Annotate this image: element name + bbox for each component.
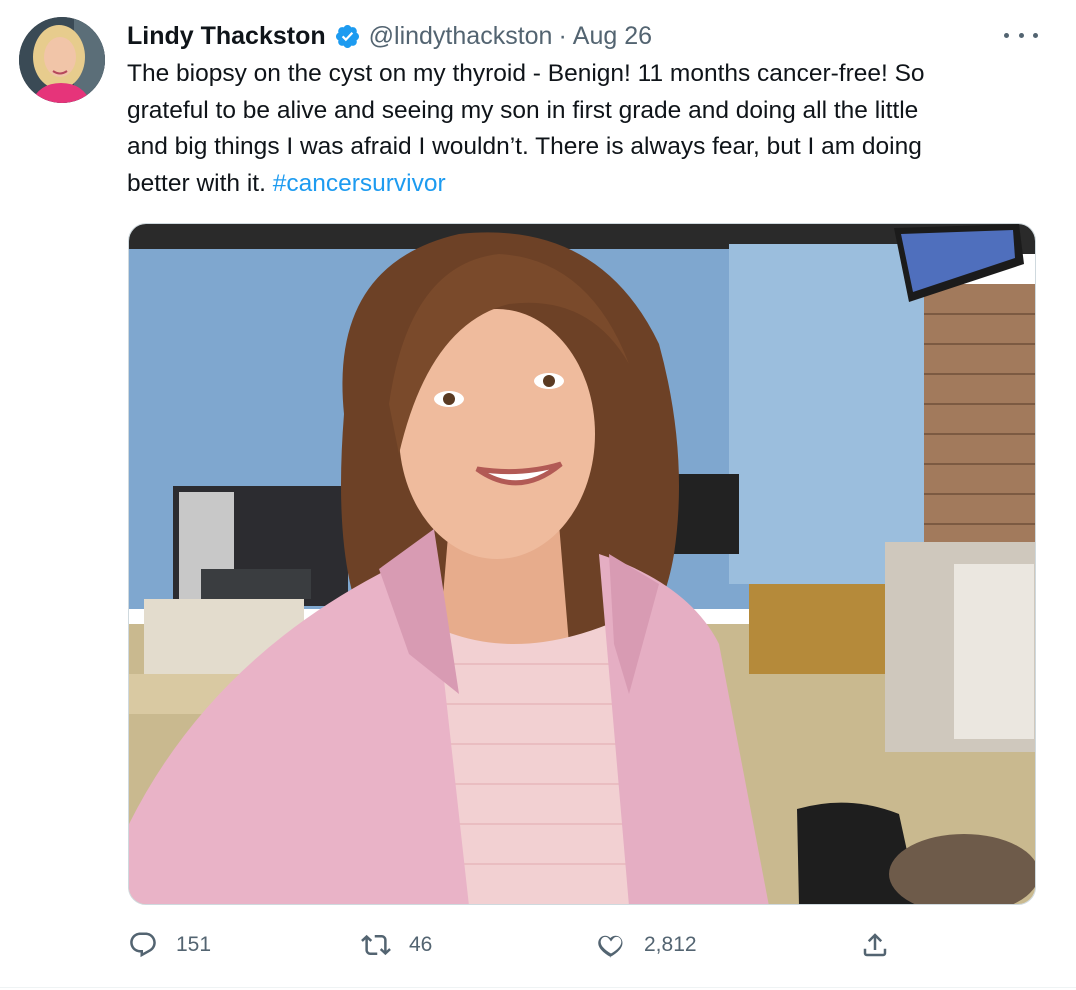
hashtag-link[interactable]: #cancersurvivor <box>273 170 446 197</box>
tweet-text-line-end: better with it. <box>127 169 273 197</box>
tweet-date[interactable]: Aug 26 <box>573 22 652 51</box>
tweet-header: Lindy Thackston @lindythackston · Aug 26 <box>127 18 652 54</box>
selfie-photo <box>129 224 1035 904</box>
tweet-text: The biopsy on the cyst on my thyroid - B… <box>127 56 1027 202</box>
more-dot <box>1033 32 1038 38</box>
share-icon <box>863 933 887 957</box>
tweet-text-line: grateful to be alive and seeing my son i… <box>127 96 919 124</box>
more-options-icon[interactable] <box>1004 22 1038 48</box>
like-count: 2,812 <box>644 933 697 956</box>
verified-badge-icon <box>334 23 361 50</box>
reply-button[interactable]: 151 <box>128 925 211 965</box>
tweet[interactable]: Lindy Thackston @lindythackston · Aug 26… <box>0 0 1076 990</box>
header-separator: · <box>558 21 567 50</box>
more-dot <box>1004 32 1009 38</box>
tweet-text-line: and big things I was afraid I wouldn’t. … <box>127 133 922 160</box>
author-avatar[interactable] <box>19 17 105 103</box>
tweet-text-line: The biopsy on the cyst on my thyroid - B… <box>127 60 925 87</box>
tweet-text-line: better with it. #cancersurvivor <box>127 166 1027 203</box>
share-button[interactable] <box>860 925 890 965</box>
retweet-count: 46 <box>409 933 433 956</box>
tweet-actions: 151 46 2,812 <box>128 925 908 965</box>
avatar-photo <box>19 17 105 103</box>
author-handle[interactable]: @lindythackston <box>369 22 553 51</box>
retweet-button[interactable]: 46 <box>361 925 432 965</box>
reply-count: 151 <box>176 933 212 956</box>
heart-icon <box>598 935 623 958</box>
more-dot <box>1018 32 1024 38</box>
tweet-divider <box>0 987 1076 988</box>
tweet-photo[interactable] <box>128 223 1036 905</box>
retweet-icon <box>361 934 391 956</box>
like-button[interactable]: 2,812 <box>596 925 697 965</box>
author-name[interactable]: Lindy Thackston <box>127 22 326 51</box>
reply-icon <box>130 932 156 958</box>
